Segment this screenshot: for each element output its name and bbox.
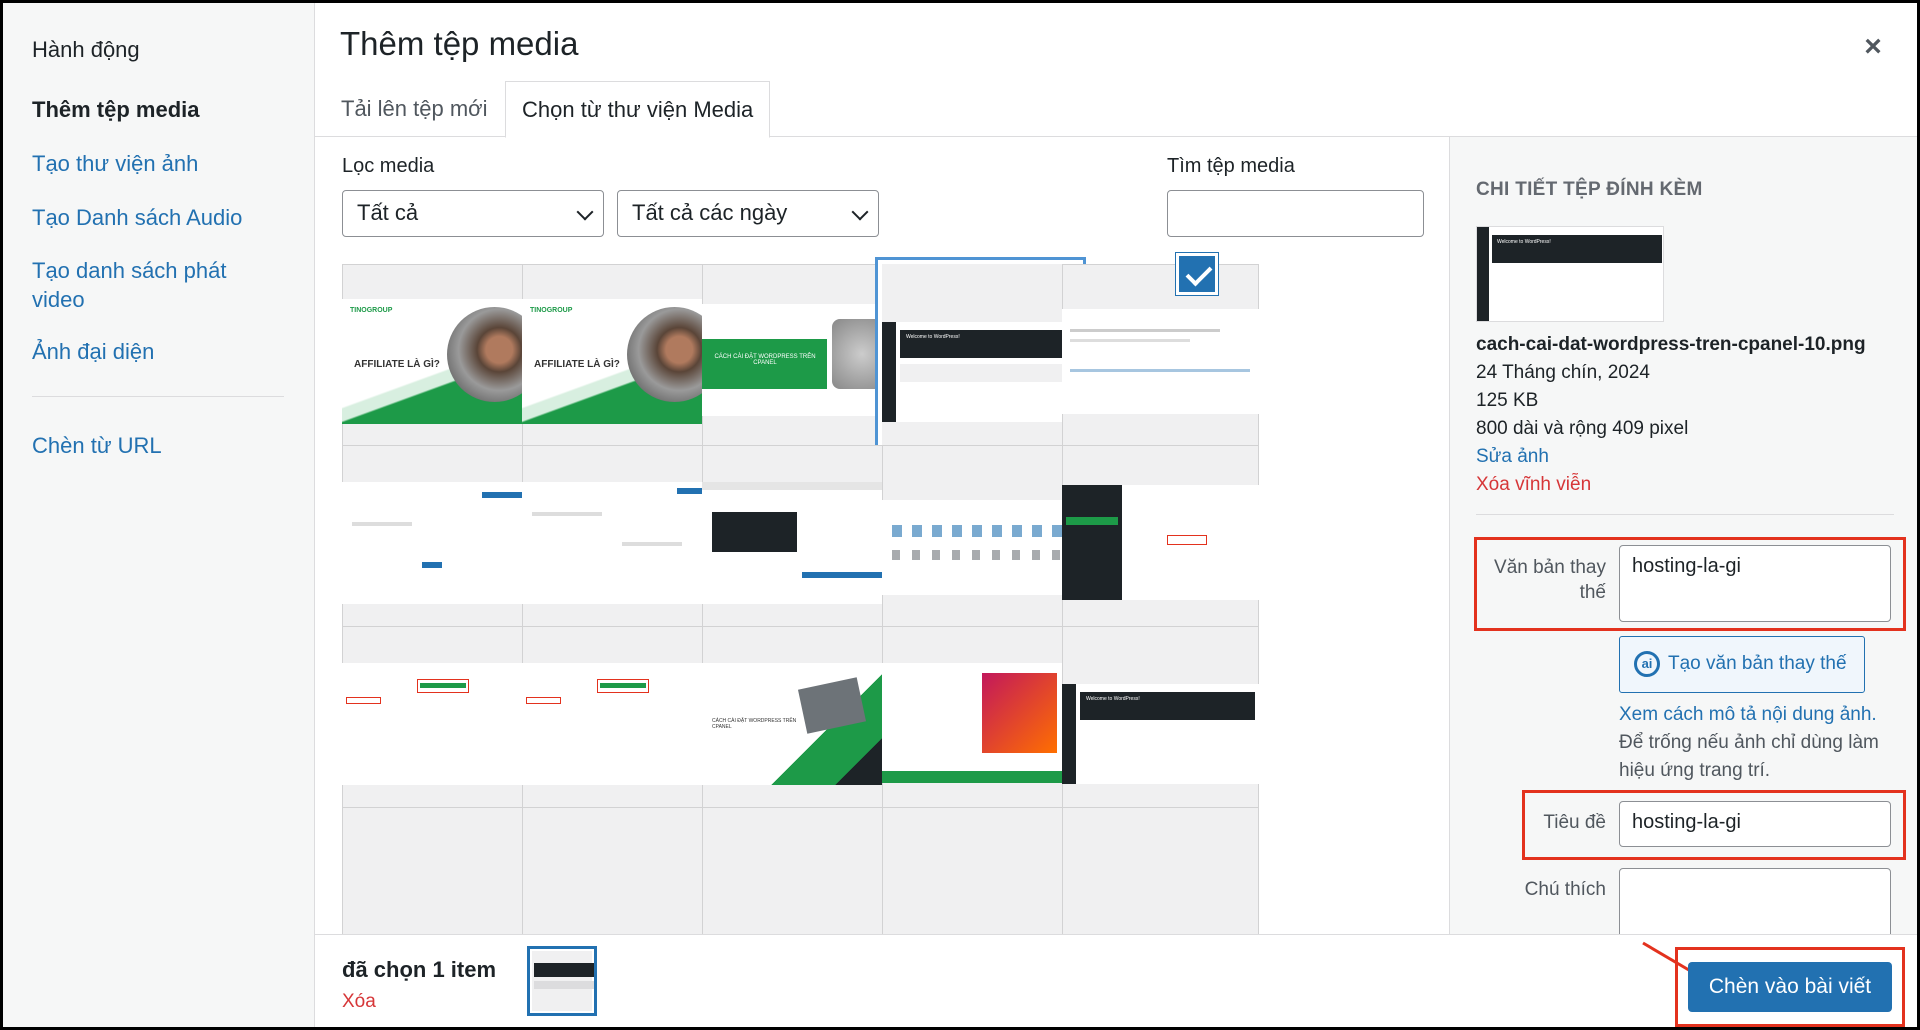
- tab-upload-files[interactable]: Tải lên tệp mới: [325, 81, 503, 138]
- filter-label: Lọc media: [342, 155, 435, 177]
- media-menu: Hành động Thêm tệp media Tạo thư viện ản…: [3, 3, 315, 1027]
- media-library-content: Lọc media Tất cả Tất cả các ngày Tìm tệp…: [315, 137, 1449, 934]
- menu-item-create-audio-playlist[interactable]: Tạo Danh sách Audio: [32, 203, 292, 232]
- caption-label: Chú thích: [1524, 879, 1606, 900]
- alt-text-help: Xem cách mô tả nội dung ảnh. Để trống nế…: [1619, 701, 1899, 785]
- menu-separator: [32, 396, 284, 397]
- menu-item-featured-image[interactable]: Ảnh đại diện: [32, 337, 292, 366]
- attachment-dimensions: 800 dài và rộng 409 pixel: [1476, 418, 1689, 439]
- attachment-date: 24 Tháng chín, 2024: [1476, 362, 1650, 383]
- attachment-thumbnail[interactable]: [1062, 807, 1259, 934]
- chevron-down-icon: [851, 203, 869, 221]
- attachment-thumbnail[interactable]: [342, 445, 539, 642]
- menu-heading: Hành động: [32, 37, 140, 62]
- attachment-thumbnail[interactable]: TINOGROUP AFFILIATE LÀ GÌ?: [342, 264, 539, 461]
- menu-item-create-video-playlist[interactable]: Tạo danh sách phát video: [32, 256, 252, 314]
- media-date-value: Tất cả các ngày: [632, 200, 788, 225]
- media-date-select[interactable]: Tất cả các ngày: [617, 190, 879, 237]
- generate-alt-text-button[interactable]: ai Tạo văn bản thay thế: [1619, 636, 1865, 693]
- ai-icon: ai: [1634, 651, 1660, 677]
- media-toolbar-footer: đã chọn 1 item Xóa Chèn vào bài viết: [315, 934, 1917, 1027]
- menu-item-insert-media[interactable]: Thêm tệp media: [32, 95, 292, 124]
- attachment-thumbnail[interactable]: [522, 626, 719, 823]
- alt-text-help-text: Để trống nếu ảnh chỉ dùng làm hiệu ứng t…: [1619, 732, 1879, 781]
- attachment-thumbnail[interactable]: [882, 807, 1079, 934]
- attachment-thumbnail[interactable]: Welcome to WordPress!: [1062, 626, 1259, 823]
- menu-item-create-gallery[interactable]: Tạo thư viện ảnh: [32, 149, 292, 178]
- attachment-thumbnail[interactable]: [1062, 445, 1259, 642]
- attachment-thumbnail-selected[interactable]: Welcome to WordPress!: [882, 264, 1079, 461]
- media-type-select[interactable]: Tất cả: [342, 190, 604, 237]
- attachment-thumbnail[interactable]: [522, 445, 719, 642]
- alt-text-label: Văn bản thay thế: [1494, 557, 1606, 603]
- attachment-thumbnail[interactable]: [342, 807, 539, 934]
- attachment-thumbnail[interactable]: TINOGROUP AFFILIATE LÀ GÌ?: [522, 264, 719, 461]
- router-tabs: Tải lên tệp mới Chọn từ thư viện Media: [315, 81, 1917, 138]
- attachment-details-heading: CHI TIẾT TỆP ĐÍNH KÈM: [1476, 179, 1703, 200]
- search-label: Tìm tệp media: [1167, 155, 1295, 177]
- attachment-thumbnail[interactable]: CÁCH CÀI ĐẶT WORDPRESS TRÊN CPANEL: [702, 626, 899, 823]
- attachment-preview-thumbnail: Welcome to WordPress!: [1476, 226, 1664, 322]
- search-input[interactable]: [1167, 190, 1424, 237]
- tab-media-library[interactable]: Chọn từ thư viện Media: [505, 81, 771, 138]
- media-type-value: Tất cả: [357, 200, 419, 225]
- generate-alt-text-label: Tạo văn bản thay thế: [1668, 653, 1847, 674]
- attachment-thumbnail[interactable]: [342, 626, 539, 823]
- clear-selection-link[interactable]: Xóa: [342, 991, 376, 1013]
- selected-attachment-thumbnail[interactable]: [527, 946, 597, 1016]
- attachment-filesize: 125 KB: [1476, 390, 1539, 411]
- caption-textarea[interactable]: [1619, 868, 1891, 934]
- insert-into-post-button[interactable]: Chèn vào bài viết: [1688, 962, 1892, 1012]
- alt-text-textarea[interactable]: hosting-la-gi: [1619, 545, 1891, 622]
- attachment-thumbnail[interactable]: [1062, 264, 1259, 461]
- media-modal: Hành động Thêm tệp media Tạo thư viện ản…: [3, 3, 1917, 1027]
- attachment-thumbnail[interactable]: [882, 626, 1079, 823]
- attachment-thumbnail[interactable]: [702, 807, 899, 934]
- alt-text-help-link[interactable]: Xem cách mô tả nội dung ảnh.: [1619, 704, 1877, 725]
- title-label: Tiêu đề: [1543, 812, 1606, 833]
- modal-title: Thêm tệp media: [340, 25, 579, 62]
- attachment-filename: cach-cai-dat-wordpress-tren-cpanel-10.pn…: [1476, 334, 1866, 355]
- attachment-thumbnail[interactable]: [522, 807, 719, 934]
- checkmark-icon[interactable]: [1176, 253, 1218, 295]
- attachment-thumbnail[interactable]: [882, 445, 1079, 642]
- selection-count: đã chọn 1 item: [342, 957, 497, 982]
- attachment-thumbnail[interactable]: CÁCH CÀI ĐẶT WORDPRESS TRÊN CPANEL: [702, 264, 899, 461]
- chevron-down-icon: [576, 203, 594, 221]
- attachment-details-sidebar: CHI TIẾT TỆP ĐÍNH KÈM Welcome to WordPre…: [1449, 137, 1917, 934]
- details-divider: [1476, 514, 1894, 515]
- delete-permanently-link[interactable]: Xóa vĩnh viễn: [1476, 474, 1591, 496]
- menu-item-insert-from-url[interactable]: Chèn từ URL: [32, 431, 292, 460]
- close-icon[interactable]: ×: [1853, 27, 1893, 67]
- title-input[interactable]: hosting-la-gi: [1619, 801, 1891, 847]
- edit-image-link[interactable]: Sửa ảnh: [1476, 446, 1549, 468]
- attachment-thumbnail[interactable]: [702, 445, 899, 642]
